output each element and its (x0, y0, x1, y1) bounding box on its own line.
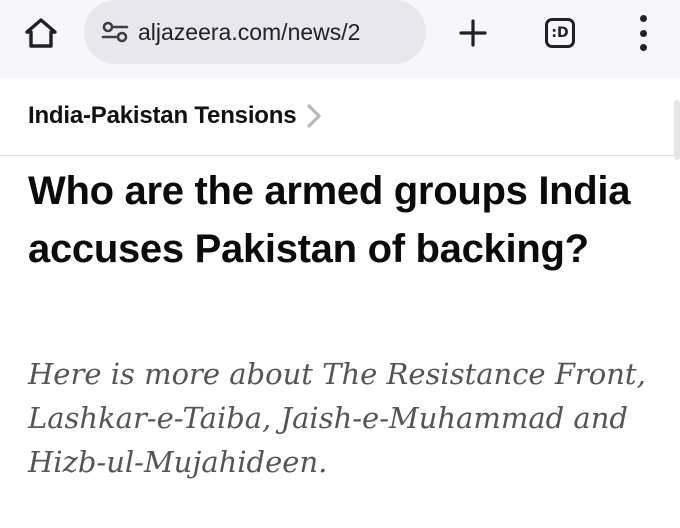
site-settings-button[interactable] (100, 17, 130, 47)
tab-switcher-icon: :D (545, 18, 575, 48)
address-bar[interactable]: aljazeera.com/news/2 (84, 0, 426, 64)
section-breadcrumb-bar: India-Pakistan Tensions (0, 78, 680, 156)
scrollbar[interactable] (674, 100, 680, 160)
section-link[interactable]: India-Pakistan Tensions (28, 102, 322, 130)
plus-icon (459, 19, 487, 47)
home-icon (25, 18, 57, 48)
more-menu-button[interactable] (628, 12, 658, 54)
section-label: India-Pakistan Tensions (28, 102, 297, 129)
new-tab-button[interactable] (454, 14, 492, 52)
site-settings-icon (101, 21, 129, 43)
url-text[interactable]: aljazeera.com/news/2 (138, 19, 418, 46)
article-headline: Who are the armed groups India accuses P… (28, 169, 631, 271)
more-vert-icon (639, 15, 647, 22)
article-summary: Here is more about The Resistance Front,… (28, 357, 646, 479)
tab-switcher-button[interactable]: :D (541, 14, 579, 52)
home-button[interactable] (22, 14, 60, 52)
browser-toolbar: aljazeera.com/news/2 :D (0, 0, 680, 78)
chevron-right-icon (306, 103, 322, 129)
